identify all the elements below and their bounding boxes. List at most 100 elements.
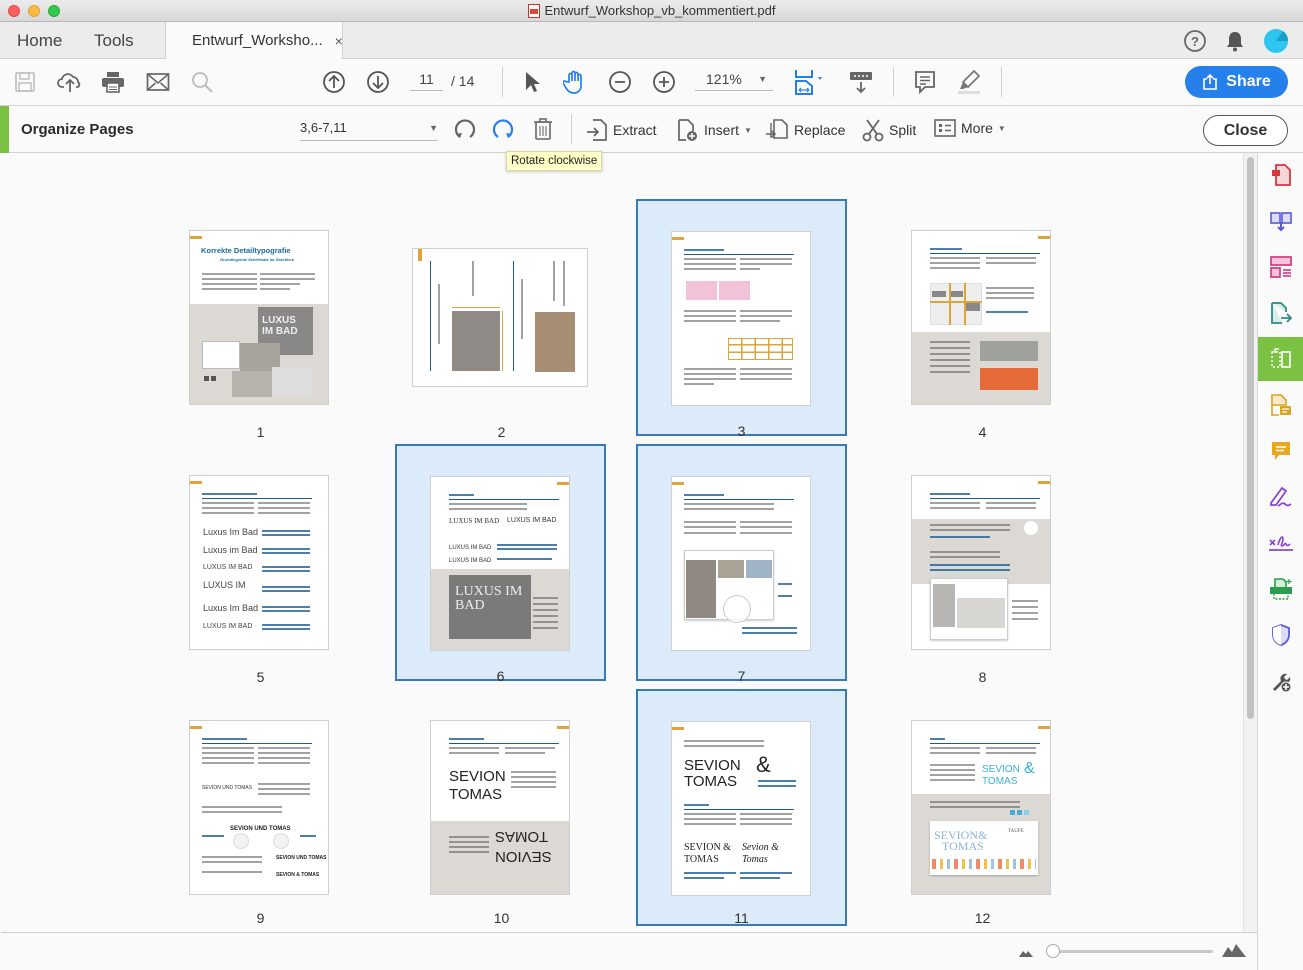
page-thumbnail-10[interactable]: SEVION TOMAS TOMAS SEVION 10	[396, 690, 607, 927]
close-window-button[interactable]	[8, 5, 20, 17]
page-number: 12	[974, 910, 991, 926]
notifications-bell-icon[interactable]	[1225, 30, 1245, 52]
page-range-value: 3,6-7,11	[300, 120, 347, 135]
minimize-window-button[interactable]	[28, 5, 40, 17]
scrolling-mode-button[interactable]	[849, 70, 873, 94]
thumbnail-size-bar	[1, 932, 1257, 970]
select-tool-button[interactable]	[522, 70, 540, 94]
delete-pages-button[interactable]	[532, 117, 554, 141]
page-thumbnail-2[interactable]: 2	[396, 200, 607, 440]
print-button[interactable]	[101, 70, 125, 94]
rotate-left-icon	[454, 119, 476, 138]
highlight-button[interactable]	[956, 69, 982, 94]
more-tools-tool[interactable]	[1258, 659, 1303, 703]
extract-button[interactable]: Extract	[586, 118, 657, 142]
page-thumbnail-9[interactable]: SEVION UND TOMAS SEVION UND TOMAS SEVION…	[155, 690, 366, 927]
protect-tool[interactable]	[1258, 613, 1303, 657]
page-number: 4	[978, 424, 987, 440]
insert-button[interactable]: Insert ▼	[677, 118, 752, 142]
pdf-file-icon	[527, 3, 540, 18]
comment-tool[interactable]	[1258, 429, 1303, 473]
replace-button[interactable]: Replace	[765, 118, 845, 142]
save-button[interactable]	[14, 70, 36, 94]
enhance-scans-tool[interactable]	[1258, 383, 1303, 427]
comment-button[interactable]	[914, 70, 936, 94]
page-range-select[interactable]: 3,6-7,11 ▼	[300, 120, 438, 141]
page-thumbnail-11[interactable]: SEVION TOMAS & SEVION & TOMAS Sevion & T…	[636, 689, 847, 926]
page-thumbnail-12[interactable]: SEVION TOMAS & SEVION& TOMAS TAUFE 12	[877, 690, 1088, 927]
comment-icon	[915, 71, 935, 94]
logo-text: SEVION	[982, 764, 1020, 775]
hand-tool-button[interactable]	[563, 70, 587, 94]
page-number: 7	[737, 668, 746, 684]
rotate-clockwise-button[interactable]	[491, 117, 515, 141]
rotate-counterclockwise-button[interactable]	[453, 117, 477, 141]
send-for-signature-tool[interactable]	[1258, 521, 1303, 565]
chevron-down-icon: ▼	[758, 74, 767, 84]
tab-tools[interactable]: Tools	[94, 31, 134, 51]
save-icon	[15, 72, 35, 92]
print-production-tool[interactable]	[1258, 567, 1303, 611]
tab-document[interactable]: Entwurf_Worksho... ×	[165, 22, 343, 59]
page-preview	[671, 476, 811, 651]
minus-circle-icon	[609, 71, 631, 93]
vertical-scrollbar[interactable]	[1243, 153, 1257, 932]
page-display-button[interactable]	[793, 70, 827, 95]
signature-icon	[1269, 536, 1293, 551]
fill-sign-pen-icon	[1270, 486, 1292, 507]
small-thumbnail-icon[interactable]	[1019, 948, 1033, 957]
ampersand-text: &	[1024, 760, 1035, 777]
large-thumbnail-icon[interactable]	[1222, 942, 1246, 957]
page-thumbnail-1[interactable]: Korrekte Detailtypografie Grundlegende S…	[155, 200, 366, 440]
trash-icon	[534, 118, 552, 140]
type-sample: LUXUS IM	[203, 580, 246, 590]
zoom-out-button[interactable]	[608, 70, 632, 94]
close-tab-icon[interactable]: ×	[335, 33, 343, 49]
search-button[interactable]	[190, 70, 214, 94]
page-number: 8	[978, 669, 987, 685]
page-thumbnail-5[interactable]: Luxus Im Bad Luxus im Bad LUXUS IM BAD L…	[155, 445, 366, 685]
previous-page-button[interactable]	[322, 70, 346, 94]
type-sample: Luxus im Bad	[203, 545, 258, 555]
list-options-icon	[934, 119, 956, 137]
thumbnail-size-slider[interactable]	[1047, 950, 1213, 953]
page-thumbnail-6[interactable]: LUXUS IM BAD LUXUS IM BAD LUXUS IM BAD L…	[395, 444, 606, 684]
fill-sign-tool[interactable]	[1258, 475, 1303, 519]
type-sample: SEVION UND TOMAS	[276, 855, 327, 861]
zoom-level-select[interactable]: 121% ▼	[695, 71, 773, 91]
create-pdf-tool[interactable]	[1258, 153, 1303, 197]
page-thumbnail-3[interactable]: 3	[636, 199, 847, 439]
next-page-button[interactable]	[366, 70, 390, 94]
extract-label: Extract	[613, 122, 657, 138]
organize-pages-tool[interactable]	[1258, 337, 1303, 381]
zoom-window-button[interactable]	[48, 5, 60, 17]
tab-home[interactable]: Home	[17, 31, 62, 51]
thumbnail-size-slider-handle[interactable]	[1046, 944, 1060, 958]
window-title-text: Entwurf_Workshop_vb_kommentiert.pdf	[544, 3, 776, 18]
replace-label: Replace	[794, 122, 846, 138]
share-button[interactable]: Share	[1185, 66, 1288, 98]
page-preview: Luxus Im Bad Luxus im Bad LUXUS IM BAD L…	[189, 475, 329, 650]
scrollbar-thumb[interactable]	[1247, 157, 1254, 719]
more-button[interactable]: More ▼	[934, 118, 1006, 138]
zoom-in-button[interactable]	[652, 70, 676, 94]
current-page-input[interactable]: 11	[410, 71, 443, 91]
close-tool-button[interactable]: Close	[1203, 115, 1288, 146]
page-number: 2	[497, 424, 506, 440]
edit-pdf-tool[interactable]	[1258, 245, 1303, 289]
split-button[interactable]: Split	[862, 118, 916, 142]
combine-files-tool[interactable]	[1258, 200, 1303, 244]
user-avatar-icon[interactable]	[1263, 28, 1289, 54]
help-icon[interactable]: ?	[1183, 29, 1207, 53]
card-logo-text: TOMAS	[942, 839, 984, 853]
highlighter-pen-icon	[958, 69, 981, 94]
page-preview: SEVION TOMAS & SEVION & TOMAS Sevion & T…	[671, 721, 811, 896]
page-thumbnail-4[interactable]: 4	[877, 200, 1088, 440]
upload-cloud-button[interactable]	[57, 70, 83, 94]
page-number: 11	[734, 910, 749, 926]
export-pdf-tool[interactable]	[1258, 291, 1303, 335]
page-total: / 14	[451, 73, 475, 89]
page-thumbnail-7[interactable]: 7	[636, 444, 847, 684]
page-thumbnail-8[interactable]: 8	[877, 445, 1088, 685]
email-button[interactable]	[146, 70, 170, 94]
